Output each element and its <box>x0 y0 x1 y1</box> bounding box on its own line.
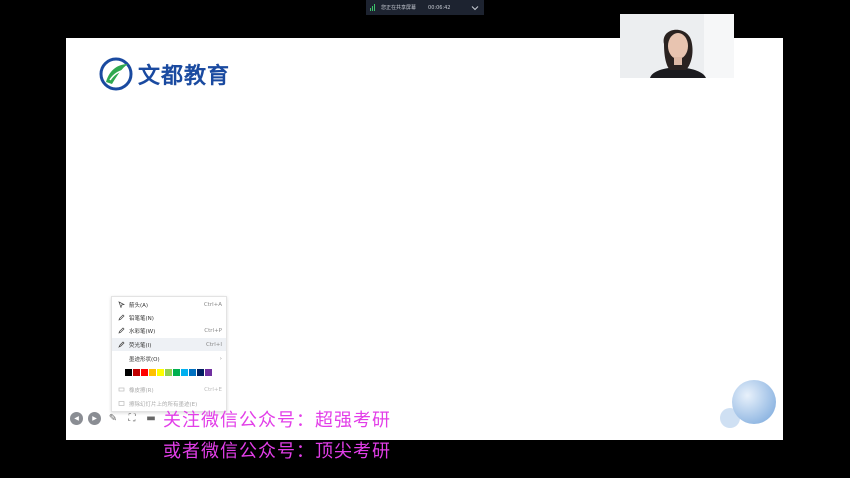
menu-item-label: 橡皮擦(R) <box>129 387 154 394</box>
color-swatch[interactable] <box>157 369 164 376</box>
subtitle-icon: ▬ <box>146 412 156 424</box>
color-swatch[interactable] <box>141 369 148 376</box>
menu-item-pen[interactable]: 水彩笔(W) Ctrl+P <box>112 324 226 337</box>
menu-item-ink-shape[interactable]: 墨迹形状(O) › <box>112 352 226 365</box>
presenter-camera-feed <box>620 14 734 78</box>
chevron-right-icon: ▶ <box>92 414 97 422</box>
color-swatch[interactable] <box>165 369 172 376</box>
logo-text: 文都教育 <box>138 64 231 89</box>
watermark-line-1: 关注微信公众号：超强考研 <box>163 410 391 431</box>
eraser-icon <box>117 386 125 394</box>
chevron-down-icon[interactable] <box>470 3 480 13</box>
next-slide-button[interactable]: ▶ <box>88 411 101 425</box>
menu-item-label: 箭头(A) <box>129 302 149 309</box>
menu-item-shortcut: Ctrl+I <box>205 341 222 348</box>
submenu-arrow: › <box>219 355 222 362</box>
zoom-button[interactable]: ⛶ <box>125 412 139 425</box>
menu-item-label: 荧光笔(I) <box>129 342 152 349</box>
menu-item-shortcut: Ctrl+P <box>204 327 222 334</box>
menu-item-eraser[interactable]: 橡皮擦(R) Ctrl+E <box>112 383 226 396</box>
logo-mark-icon <box>99 57 133 91</box>
menu-item-shortcut: Ctrl+E <box>204 386 222 393</box>
menu-item-label: 铅笔笔(N) <box>129 315 154 322</box>
watermark-line-2: 或者微信公众号：顶尖考研 <box>163 441 391 462</box>
clear-ink-icon <box>117 400 125 408</box>
color-swatch[interactable] <box>149 369 156 376</box>
menu-item-pencil[interactable]: 铅笔笔(N) <box>112 311 226 324</box>
menu-item-label: 墨迹形状(O) <box>129 356 160 363</box>
menu-item-label: 水彩笔(W) <box>129 328 156 335</box>
screen-share-bar: 您正在共享屏幕 00:06:42 <box>366 0 484 15</box>
color-swatch[interactable] <box>197 369 204 376</box>
decorative-bubbles-icon <box>720 380 776 428</box>
subtitle-button[interactable]: ▬ <box>144 412 158 425</box>
pen-context-menu: 箭头(A) Ctrl+A 铅笔笔(N) 水彩笔(W) Ctrl+P 荧光笔(I)… <box>111 296 227 412</box>
slideshow-toolbar: ◀ ▶ ✎ ⛶ ▬ <box>70 410 158 426</box>
menu-item-shortcut: Ctrl+A <box>203 301 222 308</box>
pen-icon <box>117 327 125 335</box>
zoom-icon: ⛶ <box>128 412 136 424</box>
share-timer: 00:06:42 <box>428 4 451 11</box>
presenter-video-icon <box>620 14 734 78</box>
menu-item-arrow[interactable]: 箭头(A) Ctrl+A <box>112 298 226 311</box>
color-swatch[interactable] <box>205 369 212 376</box>
share-status-text: 您正在共享屏幕 <box>381 5 417 11</box>
color-swatch[interactable] <box>173 369 180 376</box>
signal-icon <box>370 4 375 11</box>
brand-logo: 文都教育 <box>98 56 230 92</box>
color-swatch[interactable] <box>125 369 132 376</box>
highlighter-icon <box>117 341 125 349</box>
previous-slide-button[interactable]: ◀ <box>70 411 83 425</box>
menu-item-highlighter[interactable]: 荧光笔(I) Ctrl+I <box>112 338 226 351</box>
color-swatch[interactable] <box>133 369 140 376</box>
pencil-icon <box>117 314 125 322</box>
color-swatch[interactable] <box>181 369 188 376</box>
ink-color-palette <box>125 369 212 376</box>
pen-tool-button[interactable]: ✎ <box>106 412 120 425</box>
color-swatch[interactable] <box>189 369 196 376</box>
arrow-cursor-icon <box>117 301 125 309</box>
pen-icon: ✎ <box>108 412 118 424</box>
chevron-left-icon: ◀ <box>74 414 79 422</box>
